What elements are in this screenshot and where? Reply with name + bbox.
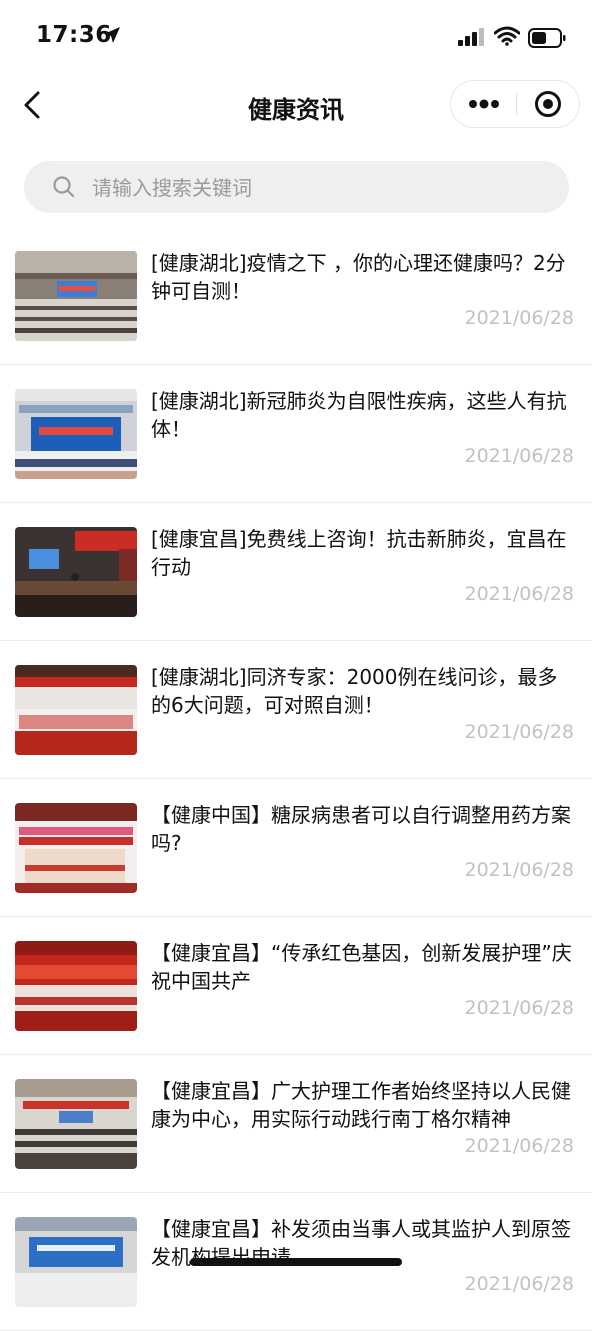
cellular-signal-icon — [458, 28, 484, 46]
article-date: 2021/06/28 — [464, 1135, 574, 1157]
home-indicator[interactable] — [190, 1258, 402, 1266]
article-date: 2021/06/28 — [464, 307, 574, 329]
article-date: 2021/06/28 — [464, 1273, 574, 1295]
wifi-icon — [494, 26, 520, 46]
close-mini-program-button[interactable] — [517, 81, 579, 127]
article-date: 2021/06/28 — [464, 997, 574, 1019]
article-thumbnail — [15, 803, 137, 893]
article-item[interactable]: 【健康宜昌】“传承红色基因，创新发展护理”庆祝中国共产 2021/06/28 — [0, 917, 592, 1055]
article-title: 【健康中国】糖尿病患者可以自行调整用药方案吗? — [151, 803, 571, 855]
article-item[interactable]: 【健康宜昌】广大护理工作者始终坚持以人民健康为中心，用实际行动践行南丁格尔精神 … — [0, 1055, 592, 1193]
article-title: [健康湖北]新冠肺炎为自限性疾病，这些人有抗体！ — [151, 389, 567, 441]
article-date: 2021/06/28 — [464, 859, 574, 881]
article-item[interactable]: [健康宜昌]免费线上咨询！抗击新肺炎，宜昌在行动 2021/06/28 — [0, 503, 592, 641]
article-thumbnail — [15, 1217, 137, 1307]
more-dots-icon — [469, 99, 499, 109]
article-item[interactable]: [健康湖北]疫情之下 ，你的心理还健康吗？2分钟可自测！ 2021/06/28 — [0, 227, 592, 365]
search-icon — [53, 176, 75, 198]
article-list: [健康湖北]疫情之下 ，你的心理还健康吗？2分钟可自测！ 2021/06/28 … — [0, 227, 592, 1331]
article-thumbnail — [15, 941, 137, 1031]
article-title: 【健康宜昌】广大护理工作者始终坚持以人民健康为中心，用实际行动践行南丁格尔精神 — [151, 1079, 571, 1131]
target-close-icon — [535, 91, 561, 117]
article-title: [健康湖北]疫情之下 ，你的心理还健康吗？2分钟可自测！ — [151, 251, 566, 303]
article-date: 2021/06/28 — [464, 583, 574, 605]
article-thumbnail — [15, 665, 137, 755]
article-title: 【健康宜昌】“传承红色基因，创新发展护理”庆祝中国共产 — [151, 941, 572, 993]
article-thumbnail — [15, 251, 137, 341]
article-date: 2021/06/28 — [464, 721, 574, 743]
article-thumbnail — [15, 1079, 137, 1169]
status-time: 17:36 — [36, 22, 112, 48]
location-arrow-icon — [104, 27, 120, 43]
article-item[interactable]: [健康湖北]新冠肺炎为自限性疾病，这些人有抗体！ 2021/06/28 — [0, 365, 592, 503]
article-item[interactable]: [健康湖北]同济专家：2000例在线问诊，最多的6大问题，可对照自测！ 2021… — [0, 641, 592, 779]
more-button[interactable] — [451, 81, 517, 127]
search-bar[interactable] — [24, 161, 569, 215]
search-input[interactable] — [90, 161, 554, 215]
status-bar: 17:36 — [0, 0, 592, 70]
article-thumbnail — [15, 389, 137, 479]
navigation-bar: 健康资讯 — [0, 70, 592, 140]
article-title: [健康湖北]同济专家：2000例在线问诊，最多的6大问题，可对照自测！ — [151, 665, 558, 717]
article-thumbnail — [15, 527, 137, 617]
mini-program-capsule — [450, 80, 580, 128]
article-title: [健康宜昌]免费线上咨询！抗击新肺炎，宜昌在行动 — [151, 527, 567, 579]
article-item[interactable]: 【健康中国】糖尿病患者可以自行调整用药方案吗? 2021/06/28 — [0, 779, 592, 917]
article-date: 2021/06/28 — [464, 445, 574, 467]
battery-icon — [528, 28, 566, 48]
